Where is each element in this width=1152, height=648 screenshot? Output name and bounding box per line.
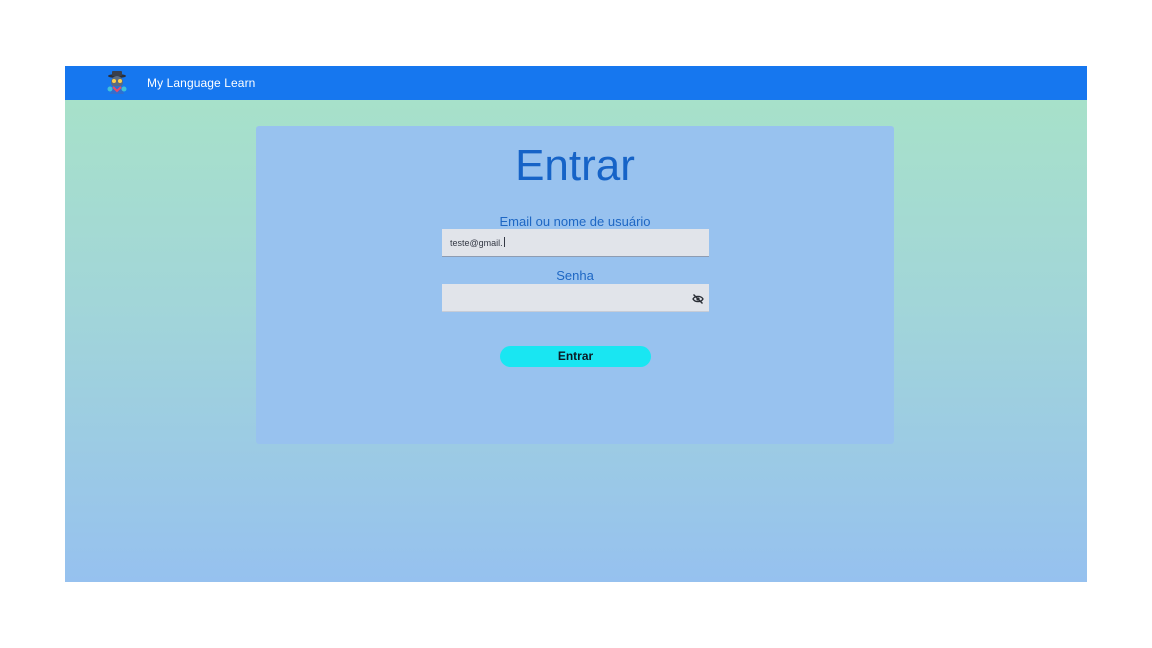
- password-field[interactable]: [442, 284, 709, 312]
- login-submit-button[interactable]: Entrar: [500, 346, 651, 367]
- app-bar: My Language Learn: [65, 66, 1087, 100]
- app-title: My Language Learn: [147, 76, 256, 90]
- password-label: Senha: [556, 268, 594, 283]
- email-field[interactable]: teste@gmail.: [442, 229, 709, 257]
- detective-mascot-icon: [104, 70, 130, 96]
- app-window: My Language Learn Entrar Email ou nome d…: [65, 66, 1087, 582]
- email-label: Email ou nome de usuário: [499, 214, 651, 229]
- text-caret: [503, 237, 505, 247]
- eye-off-icon[interactable]: [692, 292, 704, 304]
- page-title: Entrar: [515, 141, 635, 190]
- login-card: Entrar Email ou nome de usuário teste@gm…: [256, 126, 894, 444]
- email-field-value: teste@gmail.: [450, 237, 505, 248]
